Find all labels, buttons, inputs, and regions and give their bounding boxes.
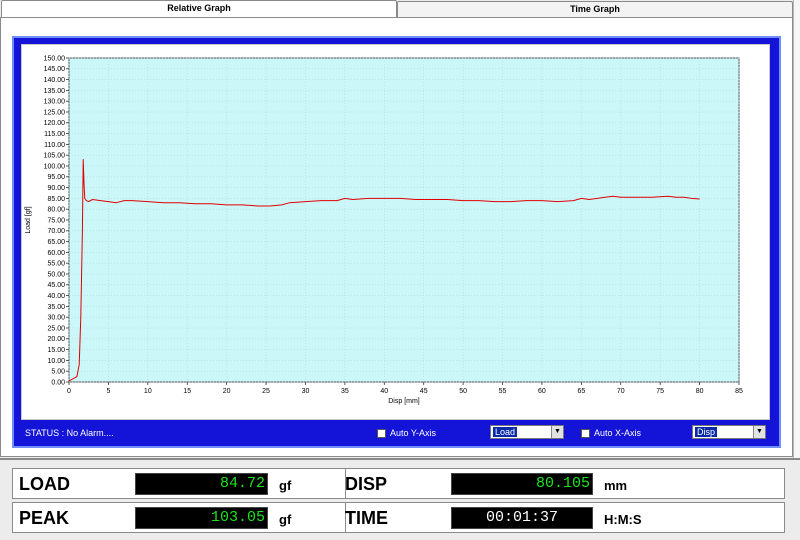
x-tick-label: 20 [223,388,231,395]
y-tick-label: 115.00 [44,131,65,138]
x-tick-label: 45 [420,388,428,395]
y-tick-label: 65.00 [47,239,65,246]
readout-bar: LOAD 84.72 gf DISP 80.105 mm PEAK 103.05… [0,458,800,540]
y-tick-label: 125.00 [44,109,66,116]
auto-y-axis-label: Auto Y-Axis [390,428,437,438]
tab-bar: Relative Graph Time Graph [0,0,800,18]
auto-x-axis-checkbox[interactable]: Auto X-Axis [581,428,641,438]
status-text: STATUS : No Alarm.... [25,428,114,438]
x-tick-label: 50 [459,388,467,395]
y-tick-label: 20.00 [47,336,65,343]
y-tick-label: 60.00 [47,250,65,257]
chevron-down-icon[interactable]: ▼ [753,426,765,438]
load-readout: 84.72 [135,473,268,495]
x-tick-label: 70 [617,388,625,395]
x-axis-select[interactable]: Disp ▼ [692,425,766,439]
y-tick-label: 120.00 [44,120,66,127]
x-tick-label: 5 [106,388,110,395]
x-tick-label: 25 [262,388,270,395]
auto-y-axis-checkbox[interactable]: Auto Y-Axis [377,428,436,438]
y-tick-label: 35.00 [47,304,65,311]
y-tick-label: 30.00 [47,315,65,322]
y-tick-label: 15.00 [47,347,65,354]
y-tick-label: 145.00 [44,66,66,73]
x-axis-label: Disp [mm] [388,398,420,405]
y-tick-label: 90.00 [47,185,65,192]
x-tick-label: 40 [380,388,388,395]
checkbox-box[interactable] [581,428,590,438]
x-tick-label: 10 [144,388,152,395]
y-tick-label: 80.00 [47,207,65,214]
y-tick-label: 110.00 [44,142,65,149]
tab-relative-graph[interactable]: Relative Graph [1,0,397,18]
peak-label: PEAK [19,508,70,528]
x-tick-label: 55 [499,388,507,395]
load-label: LOAD [19,474,70,494]
y-axis-label: Load [gf] [25,206,32,233]
readout-row-load-disp: LOAD 84.72 gf DISP 80.105 mm [12,468,785,499]
relative-graph-chart: 0 5 10 15 20 25 30 35 40 45 50 55 60 65 70 75 80 85 0.00 5.… [25,55,743,405]
y-tick-label: 5.00 [51,369,65,376]
y-tick-label: 70.00 [47,228,65,235]
x-tick-label: 60 [538,388,546,395]
x-tick-label: 80 [696,388,704,395]
x-tick-label: 0 [67,388,71,395]
y-tick-label: 130.00 [44,99,66,106]
plot-area [68,57,740,383]
y-axis-select-value: Load [493,427,518,437]
x-tick-label: 65 [577,388,585,395]
y-tick-label: 140.00 [44,77,66,84]
chart-grid [68,57,740,383]
time-unit: H:M:S [604,512,642,527]
x-tick-label: 75 [656,388,664,395]
y-tick-label: 40.00 [47,293,65,300]
chevron-down-icon[interactable]: ▼ [551,426,563,438]
y-tick-label: 135.00 [44,88,66,95]
y-tick-label: 85.00 [47,196,65,203]
disp-readout: 80.105 [451,473,593,495]
readout-row-peak-time: PEAK 103.05 gf TIME 00:01:37 H:M:S [12,502,785,533]
time-readout: 00:01:37 [451,507,593,529]
load-unit: gf [279,478,292,493]
y-tick-label: 100.00 [44,163,66,170]
y-tick-label: 150.00 [44,55,66,62]
time-label: TIME [345,508,388,528]
y-tick-label: 50.00 [47,271,65,278]
x-tick-label: 85 [735,388,743,395]
checkbox-box[interactable] [377,428,386,438]
disp-unit: mm [604,478,628,493]
y-tick-label: 75.00 [47,217,65,224]
y-tick-label: 45.00 [47,282,65,289]
x-tick-label: 15 [183,388,191,395]
disp-label: DISP [345,474,388,494]
peak-readout: 103.05 [135,507,268,529]
y-tick-label: 105.00 [44,153,66,160]
tab-time-graph[interactable]: Time Graph [397,1,793,17]
auto-x-axis-label: Auto X-Axis [594,428,642,438]
y-tick-label: 0.00 [51,379,65,386]
y-axis-select[interactable]: Load ▼ [490,425,564,439]
peak-unit: gf [279,512,292,527]
y-tick-label: 95.00 [47,174,65,181]
x-axis-select-value: Disp [695,427,718,437]
x-tick-label: 35 [341,388,349,395]
y-tick-label: 25.00 [47,325,65,332]
y-tick-label: 55.00 [47,261,65,268]
y-tick-label: 10.00 [47,358,65,365]
x-tick-label: 30 [302,388,310,395]
